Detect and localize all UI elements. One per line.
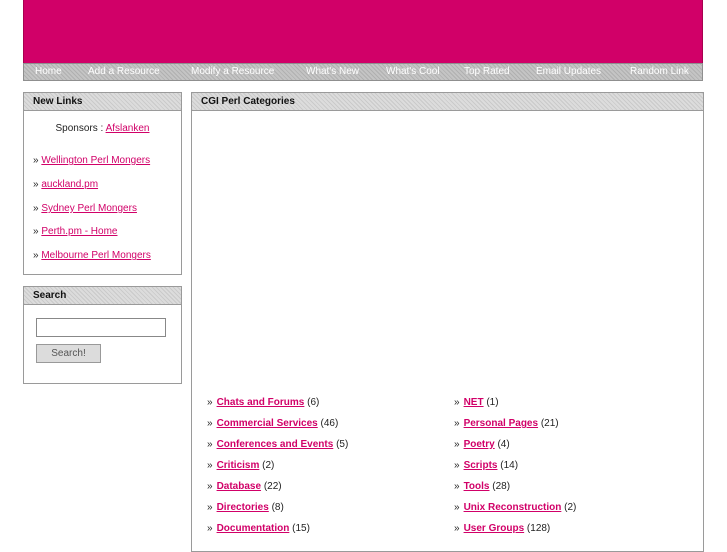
bullet: » bbox=[33, 250, 39, 261]
bullet: » bbox=[207, 502, 213, 513]
search-panel: Search Search! bbox=[23, 286, 182, 384]
category-item: » Unix Reconstruction (2) bbox=[454, 502, 576, 513]
bullet: » bbox=[454, 523, 460, 534]
nav-top-rated-link[interactable]: Top Rated bbox=[464, 66, 510, 77]
categories-panel: CGI Perl Categories » Chats and Forums (6… bbox=[191, 92, 704, 552]
new-link-item: » auckland.pm bbox=[33, 179, 98, 190]
category-count: (46) bbox=[320, 418, 339, 429]
new-link-perth[interactable]: Perth.pm - Home bbox=[41, 226, 117, 237]
new-link-auckland[interactable]: auckland.pm bbox=[41, 179, 98, 190]
category-directories-link[interactable]: Directories bbox=[217, 502, 269, 513]
category-count: (128) bbox=[526, 523, 551, 534]
category-count: (8) bbox=[271, 502, 284, 513]
category-database-link[interactable]: Database bbox=[217, 481, 261, 492]
category-count: (22) bbox=[263, 481, 282, 492]
category-user-groups-link[interactable]: User Groups bbox=[464, 523, 525, 534]
sponsors-label: Sponsors : bbox=[55, 123, 104, 134]
bullet: » bbox=[207, 460, 213, 471]
bullet: » bbox=[207, 397, 213, 408]
bullet: » bbox=[33, 155, 39, 166]
category-poetry-link[interactable]: Poetry bbox=[464, 439, 495, 450]
categories-title: CGI Perl Categories bbox=[192, 93, 703, 111]
bullet: » bbox=[33, 226, 39, 237]
bullet: » bbox=[454, 397, 460, 408]
nav-add-resource-link[interactable]: Add a Resource bbox=[88, 66, 160, 77]
nav-email-updates-link[interactable]: Email Updates bbox=[536, 66, 601, 77]
top-nav: Home Add a Resource Modify a Resource Wh… bbox=[23, 63, 703, 81]
bullet: » bbox=[207, 481, 213, 492]
category-count: (1) bbox=[486, 397, 499, 408]
category-conferences-link[interactable]: Conferences and Events bbox=[217, 439, 334, 450]
category-chats-and-forums-link[interactable]: Chats and Forums bbox=[217, 397, 305, 408]
category-count: (28) bbox=[492, 481, 511, 492]
category-tools-link[interactable]: Tools bbox=[464, 481, 490, 492]
category-item: » Directories (8) bbox=[207, 502, 284, 513]
sponsors-line: Sponsors : Afslanken bbox=[24, 123, 181, 134]
category-count: (15) bbox=[292, 523, 310, 534]
bullet: » bbox=[33, 179, 39, 190]
category-criticism-link[interactable]: Criticism bbox=[217, 460, 260, 471]
bullet: » bbox=[454, 418, 460, 429]
new-link-item: » Melbourne Perl Mongers bbox=[33, 250, 151, 261]
search-title: Search bbox=[24, 287, 181, 305]
category-item: » Conferences and Events (5) bbox=[207, 439, 348, 450]
category-count: (2) bbox=[564, 502, 577, 513]
category-documentation-link[interactable]: Documentation bbox=[217, 523, 290, 534]
category-item: » Commercial Services (46) bbox=[207, 418, 338, 429]
category-item: » Scripts (14) bbox=[454, 460, 518, 471]
category-item: » Tools (28) bbox=[454, 481, 510, 492]
nav-modify-resource-link[interactable]: Modify a Resource bbox=[191, 66, 274, 77]
category-item: » Personal Pages (21) bbox=[454, 418, 559, 429]
sponsor-link[interactable]: Afslanken bbox=[106, 123, 150, 134]
category-item: » Criticism (2) bbox=[207, 460, 274, 471]
new-link-sydney[interactable]: Sydney Perl Mongers bbox=[41, 203, 137, 214]
bullet: » bbox=[207, 418, 213, 429]
bullet: » bbox=[454, 502, 460, 513]
new-link-item: » Sydney Perl Mongers bbox=[33, 203, 137, 214]
category-item: » Poetry (4) bbox=[454, 439, 510, 450]
new-links-title: New Links bbox=[24, 93, 181, 111]
category-item: » User Groups (128) bbox=[454, 523, 550, 534]
category-count: (5) bbox=[336, 439, 349, 450]
category-item: » Chats and Forums (6) bbox=[207, 397, 319, 408]
nav-whats-cool-link[interactable]: What's Cool bbox=[386, 66, 440, 77]
bullet: » bbox=[454, 439, 460, 450]
category-count: (2) bbox=[262, 460, 275, 471]
category-count: (6) bbox=[307, 397, 320, 408]
category-count: (4) bbox=[497, 439, 510, 450]
new-link-wellington[interactable]: Wellington Perl Mongers bbox=[41, 155, 150, 166]
new-link-melbourne[interactable]: Melbourne Perl Mongers bbox=[41, 250, 151, 261]
category-net-link[interactable]: NET bbox=[464, 397, 484, 408]
nav-random-link[interactable]: Random Link bbox=[630, 66, 689, 77]
nav-home-link[interactable]: Home bbox=[35, 66, 62, 77]
search-button[interactable]: Search! bbox=[36, 344, 101, 363]
new-link-item: » Wellington Perl Mongers bbox=[33, 155, 150, 166]
category-item: » NET (1) bbox=[454, 397, 499, 408]
category-count: (21) bbox=[540, 418, 559, 429]
bullet: » bbox=[207, 439, 213, 450]
bullet: » bbox=[33, 203, 39, 214]
category-item: » Database (22) bbox=[207, 481, 282, 492]
header-banner bbox=[23, 0, 703, 63]
bullet: » bbox=[454, 481, 460, 492]
nav-whats-new-link[interactable]: What's New bbox=[306, 66, 359, 77]
search-input[interactable] bbox=[36, 318, 166, 337]
bullet: » bbox=[207, 523, 213, 534]
category-count: (14) bbox=[500, 460, 519, 471]
category-scripts-link[interactable]: Scripts bbox=[464, 460, 498, 471]
new-links-panel: New Links Sponsors : Afslanken » Welling… bbox=[23, 92, 182, 275]
new-link-item: » Perth.pm - Home bbox=[33, 226, 117, 237]
bullet: » bbox=[454, 460, 460, 471]
category-personal-pages-link[interactable]: Personal Pages bbox=[464, 418, 538, 429]
category-item: » Documentation (15) bbox=[207, 523, 310, 534]
category-unix-reconstruction-link[interactable]: Unix Reconstruction bbox=[464, 502, 562, 513]
category-commercial-services-link[interactable]: Commercial Services bbox=[217, 418, 318, 429]
